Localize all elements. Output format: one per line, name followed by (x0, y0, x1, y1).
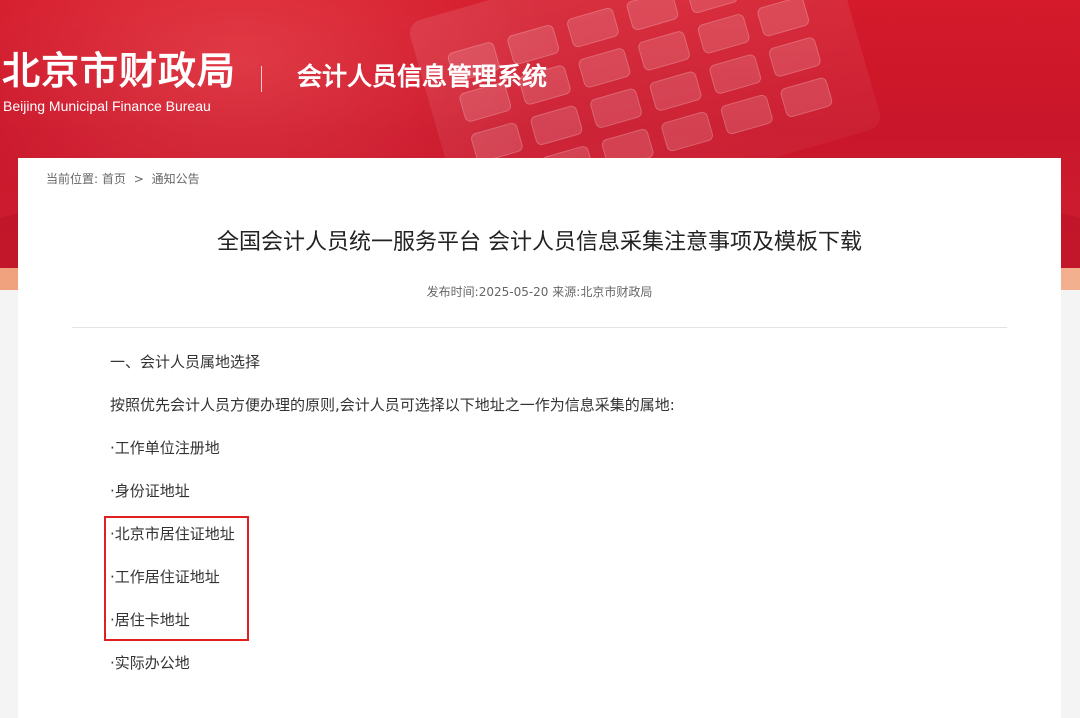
breadcrumb-home-link[interactable]: 首页 (102, 171, 126, 187)
source-label: 来源: (552, 285, 581, 299)
system-title: 会计人员信息管理系统 (297, 62, 548, 91)
breadcrumb-notices-link[interactable]: 通知公告 (152, 171, 200, 187)
section-heading: 一、会计人员属地选择 (110, 353, 261, 371)
breadcrumb-separator: > (133, 172, 144, 186)
breadcrumb: 当前位置: 首页 > 通知公告 (46, 171, 200, 187)
publish-label: 发布时间: (426, 285, 479, 299)
org-logo-english: Beijing Municipal Finance Bureau (3, 98, 211, 114)
source-value: 北京市财政局 (580, 285, 653, 299)
intro-paragraph: 按照优先会计人员方便办理的原则,会计人员可选择以下地址之一作为信息采集的属地: (110, 396, 675, 414)
highlight-box (104, 516, 249, 641)
article-card: 当前位置: 首页 > 通知公告 全国会计人员统一服务平台 会计人员信息采集注意事… (18, 158, 1061, 718)
breadcrumb-label: 当前位置: (46, 172, 99, 186)
article-title: 全国会计人员统一服务平台 会计人员信息采集注意事项及模板下载 (217, 230, 862, 255)
article-meta: 发布时间:2025-05-20 来源:北京市财政局 (18, 284, 1061, 300)
publish-date: 2025-05-20 (478, 285, 549, 299)
list-item: ·实际办公地 (110, 654, 190, 672)
org-logo-name[interactable]: 北京市财政局 (2, 48, 236, 94)
header-divider (261, 66, 262, 92)
list-item: ·身份证地址 (110, 482, 190, 500)
list-item: ·工作单位注册地 (110, 439, 220, 457)
title-divider (72, 327, 1007, 328)
